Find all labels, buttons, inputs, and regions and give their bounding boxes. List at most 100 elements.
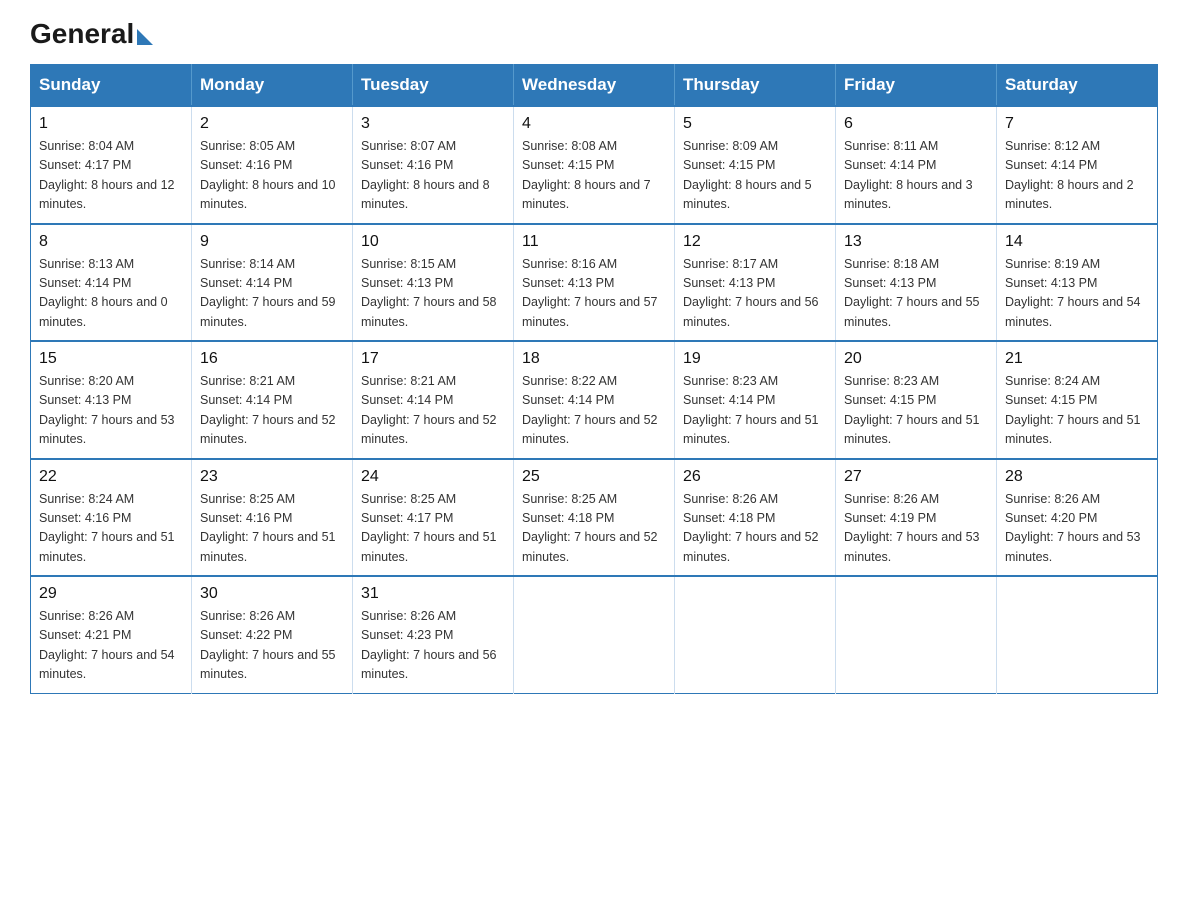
calendar-cell: 16 Sunrise: 8:21 AMSunset: 4:14 PMDayligh… bbox=[192, 341, 353, 459]
calendar-cell: 11Sunrise: 8:16 AMSunset: 4:13 PMDayligh… bbox=[514, 224, 675, 342]
day-number: 4 bbox=[522, 115, 666, 133]
calendar-cell: 9 Sunrise: 8:14 AMSunset: 4:14 PMDaylight… bbox=[192, 224, 353, 342]
day-info: Sunrise: 8:11 AMSunset: 4:14 PMDaylight:… bbox=[844, 137, 988, 215]
day-number: 30 bbox=[200, 585, 344, 603]
calendar-cell: 24 Sunrise: 8:25 AMSunset: 4:17 PMDayligh… bbox=[353, 459, 514, 577]
day-info: Sunrise: 8:14 AMSunset: 4:14 PMDaylight:… bbox=[200, 255, 344, 333]
day-info: Sunrise: 8:16 AMSunset: 4:13 PMDaylight:… bbox=[522, 255, 666, 333]
calendar-cell: 5 Sunrise: 8:09 AMSunset: 4:15 PMDaylight… bbox=[675, 106, 836, 224]
calendar-cell: 31Sunrise: 8:26 AMSunset: 4:23 PMDayligh… bbox=[353, 576, 514, 693]
calendar-cell: 8 Sunrise: 8:13 AMSunset: 4:14 PMDaylight… bbox=[31, 224, 192, 342]
calendar-cell: 12Sunrise: 8:17 AMSunset: 4:13 PMDayligh… bbox=[675, 224, 836, 342]
day-number: 19 bbox=[683, 350, 827, 368]
week-row-2: 8 Sunrise: 8:13 AMSunset: 4:14 PMDaylight… bbox=[31, 224, 1158, 342]
day-number: 13 bbox=[844, 233, 988, 251]
day-info: Sunrise: 8:08 AMSunset: 4:15 PMDaylight:… bbox=[522, 137, 666, 215]
day-number: 2 bbox=[200, 115, 344, 133]
day-number: 26 bbox=[683, 468, 827, 486]
calendar-cell: 6 Sunrise: 8:11 AMSunset: 4:14 PMDaylight… bbox=[836, 106, 997, 224]
day-info: Sunrise: 8:20 AMSunset: 4:13 PMDaylight:… bbox=[39, 372, 183, 450]
day-info: Sunrise: 8:26 AMSunset: 4:20 PMDaylight:… bbox=[1005, 490, 1149, 568]
logo-arrow-icon bbox=[137, 29, 153, 45]
day-info: Sunrise: 8:13 AMSunset: 4:14 PMDaylight:… bbox=[39, 255, 183, 333]
day-info: Sunrise: 8:25 AMSunset: 4:18 PMDaylight:… bbox=[522, 490, 666, 568]
day-header-friday: Friday bbox=[836, 65, 997, 107]
calendar-table: SundayMondayTuesdayWednesdayThursdayFrid… bbox=[30, 64, 1158, 694]
calendar-cell: 22 Sunrise: 8:24 AMSunset: 4:16 PMDayligh… bbox=[31, 459, 192, 577]
day-info: Sunrise: 8:26 AMSunset: 4:18 PMDaylight:… bbox=[683, 490, 827, 568]
calendar-cell: 23Sunrise: 8:25 AMSunset: 4:16 PMDayligh… bbox=[192, 459, 353, 577]
week-row-1: 1 Sunrise: 8:04 AMSunset: 4:17 PMDaylight… bbox=[31, 106, 1158, 224]
day-number: 14 bbox=[1005, 233, 1149, 251]
calendar-cell: 17Sunrise: 8:21 AMSunset: 4:14 PMDayligh… bbox=[353, 341, 514, 459]
day-info: Sunrise: 8:18 AMSunset: 4:13 PMDaylight:… bbox=[844, 255, 988, 333]
day-info: Sunrise: 8:17 AMSunset: 4:13 PMDaylight:… bbox=[683, 255, 827, 333]
calendar-cell bbox=[514, 576, 675, 693]
day-number: 27 bbox=[844, 468, 988, 486]
calendar-header: SundayMondayTuesdayWednesdayThursdayFrid… bbox=[31, 65, 1158, 107]
day-info: Sunrise: 8:24 AMSunset: 4:15 PMDaylight:… bbox=[1005, 372, 1149, 450]
day-number: 5 bbox=[683, 115, 827, 133]
day-header-thursday: Thursday bbox=[675, 65, 836, 107]
day-info: Sunrise: 8:22 AMSunset: 4:14 PMDaylight:… bbox=[522, 372, 666, 450]
day-info: Sunrise: 8:26 AMSunset: 4:22 PMDaylight:… bbox=[200, 607, 344, 685]
day-info: Sunrise: 8:05 AMSunset: 4:16 PMDaylight:… bbox=[200, 137, 344, 215]
logo-text: General bbox=[30, 20, 153, 48]
day-number: 1 bbox=[39, 115, 183, 133]
day-info: Sunrise: 8:07 AMSunset: 4:16 PMDaylight:… bbox=[361, 137, 505, 215]
day-number: 20 bbox=[844, 350, 988, 368]
day-info: Sunrise: 8:25 AMSunset: 4:17 PMDaylight:… bbox=[361, 490, 505, 568]
calendar-cell: 2 Sunrise: 8:05 AMSunset: 4:16 PMDaylight… bbox=[192, 106, 353, 224]
calendar-cell: 10 Sunrise: 8:15 AMSunset: 4:13 PMDayligh… bbox=[353, 224, 514, 342]
day-number: 16 bbox=[200, 350, 344, 368]
day-number: 15 bbox=[39, 350, 183, 368]
calendar-cell: 28 Sunrise: 8:26 AMSunset: 4:20 PMDayligh… bbox=[997, 459, 1158, 577]
calendar-cell bbox=[997, 576, 1158, 693]
logo-general: General bbox=[30, 18, 134, 49]
day-info: Sunrise: 8:21 AMSunset: 4:14 PMDaylight:… bbox=[361, 372, 505, 450]
day-number: 28 bbox=[1005, 468, 1149, 486]
day-number: 10 bbox=[361, 233, 505, 251]
calendar-cell: 3Sunrise: 8:07 AMSunset: 4:16 PMDaylight… bbox=[353, 106, 514, 224]
calendar-cell: 27 Sunrise: 8:26 AMSunset: 4:19 PMDayligh… bbox=[836, 459, 997, 577]
day-info: Sunrise: 8:26 AMSunset: 4:19 PMDaylight:… bbox=[844, 490, 988, 568]
day-info: Sunrise: 8:24 AMSunset: 4:16 PMDaylight:… bbox=[39, 490, 183, 568]
day-info: Sunrise: 8:26 AMSunset: 4:21 PMDaylight:… bbox=[39, 607, 183, 685]
day-number: 22 bbox=[39, 468, 183, 486]
day-header-saturday: Saturday bbox=[997, 65, 1158, 107]
calendar-cell bbox=[675, 576, 836, 693]
week-row-4: 22 Sunrise: 8:24 AMSunset: 4:16 PMDayligh… bbox=[31, 459, 1158, 577]
calendar-cell: 20 Sunrise: 8:23 AMSunset: 4:15 PMDayligh… bbox=[836, 341, 997, 459]
day-info: Sunrise: 8:04 AMSunset: 4:17 PMDaylight:… bbox=[39, 137, 183, 215]
day-header-tuesday: Tuesday bbox=[353, 65, 514, 107]
day-number: 8 bbox=[39, 233, 183, 251]
calendar-cell: 18 Sunrise: 8:22 AMSunset: 4:14 PMDayligh… bbox=[514, 341, 675, 459]
day-header-wednesday: Wednesday bbox=[514, 65, 675, 107]
calendar-cell: 30 Sunrise: 8:26 AMSunset: 4:22 PMDayligh… bbox=[192, 576, 353, 693]
day-number: 24 bbox=[361, 468, 505, 486]
calendar-cell: 13 Sunrise: 8:18 AMSunset: 4:13 PMDayligh… bbox=[836, 224, 997, 342]
calendar-cell: 15 Sunrise: 8:20 AMSunset: 4:13 PMDayligh… bbox=[31, 341, 192, 459]
day-info: Sunrise: 8:12 AMSunset: 4:14 PMDaylight:… bbox=[1005, 137, 1149, 215]
day-header-sunday: Sunday bbox=[31, 65, 192, 107]
calendar-cell: 19 Sunrise: 8:23 AMSunset: 4:14 PMDayligh… bbox=[675, 341, 836, 459]
day-number: 29 bbox=[39, 585, 183, 603]
day-info: Sunrise: 8:23 AMSunset: 4:15 PMDaylight:… bbox=[844, 372, 988, 450]
day-number: 9 bbox=[200, 233, 344, 251]
calendar-body: 1 Sunrise: 8:04 AMSunset: 4:17 PMDaylight… bbox=[31, 106, 1158, 693]
day-info: Sunrise: 8:15 AMSunset: 4:13 PMDaylight:… bbox=[361, 255, 505, 333]
day-number: 23 bbox=[200, 468, 344, 486]
calendar-cell: 14 Sunrise: 8:19 AMSunset: 4:13 PMDayligh… bbox=[997, 224, 1158, 342]
day-info: Sunrise: 8:09 AMSunset: 4:15 PMDaylight:… bbox=[683, 137, 827, 215]
logo: General bbox=[30, 20, 153, 44]
day-info: Sunrise: 8:23 AMSunset: 4:14 PMDaylight:… bbox=[683, 372, 827, 450]
day-number: 25 bbox=[522, 468, 666, 486]
day-number: 6 bbox=[844, 115, 988, 133]
calendar-cell bbox=[836, 576, 997, 693]
day-info: Sunrise: 8:21 AMSunset: 4:14 PMDaylight:… bbox=[200, 372, 344, 450]
day-number: 31 bbox=[361, 585, 505, 603]
day-number: 18 bbox=[522, 350, 666, 368]
day-info: Sunrise: 8:19 AMSunset: 4:13 PMDaylight:… bbox=[1005, 255, 1149, 333]
week-row-3: 15 Sunrise: 8:20 AMSunset: 4:13 PMDayligh… bbox=[31, 341, 1158, 459]
page-header: General bbox=[30, 20, 1158, 44]
